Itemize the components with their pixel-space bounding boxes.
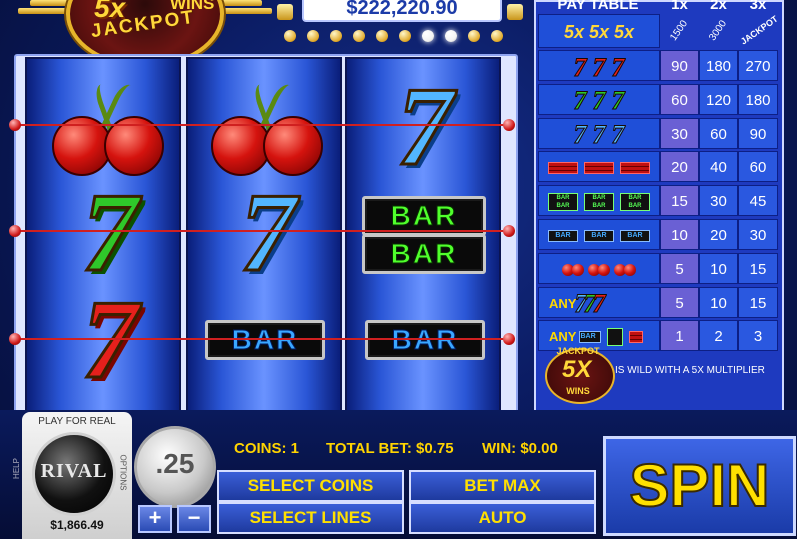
select-lines-button[interactable]: SELECT LINES xyxy=(217,502,404,534)
play-for-real-link[interactable]: PLAY FOR REAL xyxy=(22,416,132,427)
pay-table-symbol: 777 xyxy=(538,50,660,82)
pay-table-row: 7 7 7 30 60 90 xyxy=(538,117,778,150)
auto-button[interactable]: AUTO xyxy=(409,502,596,534)
payline-marker xyxy=(503,119,515,131)
pay-table-value: 5 xyxy=(660,286,699,318)
pay-table-value: 180 xyxy=(738,83,778,115)
pay-table-value: 60 xyxy=(699,117,738,149)
coin-minus-button[interactable]: − xyxy=(177,505,211,533)
marquee-light xyxy=(330,30,342,42)
payline-marker xyxy=(9,119,21,131)
pay-table-symbol: BAR BARBAR BARBAR BAR xyxy=(538,185,660,217)
marquee-light xyxy=(376,30,388,42)
pay-table-value: 90 xyxy=(738,117,778,149)
pay-table-row: 20 40 60 xyxy=(538,151,778,183)
pay-table-value: 10 xyxy=(699,286,738,318)
marquee-light xyxy=(422,30,434,42)
pay-table-value: 45 xyxy=(738,185,778,217)
symbol-seven-blue: 7 xyxy=(239,171,298,295)
pay-table-value: 15 xyxy=(738,286,778,318)
pay-table-value: 270 xyxy=(738,50,778,81)
pay-table-value: 60 xyxy=(660,83,699,115)
coin-plus-button[interactable]: + xyxy=(138,505,172,533)
payline-marker xyxy=(503,333,515,345)
pay-table-value: 1 xyxy=(660,320,699,352)
payline-1 xyxy=(14,124,510,126)
mini-5x-label: 5x 5x 5x xyxy=(563,22,635,42)
pay-table-row: BAR BAR BAR 10 20 30 xyxy=(538,219,778,250)
payline-3 xyxy=(14,338,510,340)
light-square xyxy=(507,4,523,20)
symbol-cherry xyxy=(48,78,166,178)
payline-marker xyxy=(9,225,21,237)
pay-table-symbol: BAR BAR BAR xyxy=(538,219,660,250)
pay-table-symbol: 777 xyxy=(538,83,660,116)
pay-table-row: 5 10 15 xyxy=(538,252,778,284)
marquee-light xyxy=(307,30,319,42)
marquee-light xyxy=(353,30,365,42)
pay-table-value: 20 xyxy=(699,219,738,250)
pay-table-symbol: 777 xyxy=(538,117,660,150)
rival-logo: RIVAL xyxy=(40,460,108,482)
coin-value: .25 xyxy=(155,448,195,479)
pay-table-value: 15 xyxy=(738,252,778,284)
wild-logo-5x: 5X xyxy=(562,356,592,383)
help-tab[interactable]: HELP xyxy=(12,458,21,479)
pay-table-value: 2 xyxy=(699,320,738,352)
pay-table-value: 30 xyxy=(738,219,778,250)
pay-table-value: 180 xyxy=(699,50,738,81)
light-square xyxy=(277,4,293,20)
pay-table-value: 5 xyxy=(660,252,699,284)
symbol-seven-red: 7 xyxy=(81,278,140,402)
pay-table-value: 90 xyxy=(660,50,699,81)
pay-table-row: 7 7 7 60 120 180 xyxy=(538,83,778,116)
balance: $1,866.49 xyxy=(50,518,104,532)
payline-2 xyxy=(14,230,510,232)
pay-table-value: 3 xyxy=(738,320,778,352)
options-tab[interactable]: OPTIONS xyxy=(119,454,128,490)
symbol-bar-blue: BAR xyxy=(365,320,485,360)
symbol-bar-blue: BAR xyxy=(205,320,325,360)
pay-table-value: 40 xyxy=(699,151,738,183)
marquee-light xyxy=(468,30,480,42)
select-coins-button[interactable]: SELECT COINS xyxy=(217,470,404,502)
pay-table-row-jackpot: 5x 5x 5x 1500 3000 JACKPOT xyxy=(538,14,780,48)
pay-table-row: 7 7 7 90 180 270 xyxy=(538,50,778,82)
pay-table-value: 10 xyxy=(660,219,699,250)
pay-table-symbol: ANY777 xyxy=(538,286,660,319)
pay-table-title: PAY TABLE xyxy=(557,0,639,13)
win-readout: WIN: $0.00 xyxy=(482,440,558,457)
pay-table-row: ANY777 5 10 15 xyxy=(538,286,778,319)
symbol-seven-green: 7 xyxy=(81,171,140,295)
bet-max-button[interactable]: BET MAX xyxy=(409,470,596,502)
pay-table-symbol: 5x 5x 5x xyxy=(538,14,660,48)
symbol-seven-blue: 7 xyxy=(396,65,455,189)
pay-table-row: BAR BARBAR BARBAR BAR 15 30 45 xyxy=(538,185,778,217)
coins-readout: COINS: 1 xyxy=(234,440,300,457)
pay-table-value: 30 xyxy=(699,185,738,217)
symbol-cherry xyxy=(207,78,325,178)
pay-table-value: 120 xyxy=(699,83,738,115)
jackpot-amount: $222,220.90 xyxy=(302,0,502,22)
marquee-light xyxy=(284,30,296,42)
payline-marker xyxy=(9,333,21,345)
pay-table-symbol xyxy=(538,151,660,183)
total-bet-readout: TOTAL BET: $0.75 xyxy=(326,440,454,457)
pay-table-symbol xyxy=(538,252,660,284)
marquee-light xyxy=(491,30,503,42)
pay-table-value: 30 xyxy=(660,117,699,149)
pay-table-value: 10 xyxy=(699,252,738,284)
payline-marker xyxy=(503,225,515,237)
spin-button[interactable]: SPIN xyxy=(603,436,796,536)
wild-logo-jackpot: JACKPOT xyxy=(556,346,600,356)
pay-table-value: 15 xyxy=(660,185,699,217)
pay-table-value: 20 xyxy=(660,151,699,183)
wild-logo-wins: WINS xyxy=(566,386,590,396)
marquee-light xyxy=(445,30,457,42)
pay-table-value: 60 xyxy=(738,151,778,183)
marquee-light xyxy=(399,30,411,42)
symbol-bar-green-bottom: BAR xyxy=(362,234,486,274)
wild-note: IS WILD WITH A 5X MULTIPLIER xyxy=(615,365,765,376)
